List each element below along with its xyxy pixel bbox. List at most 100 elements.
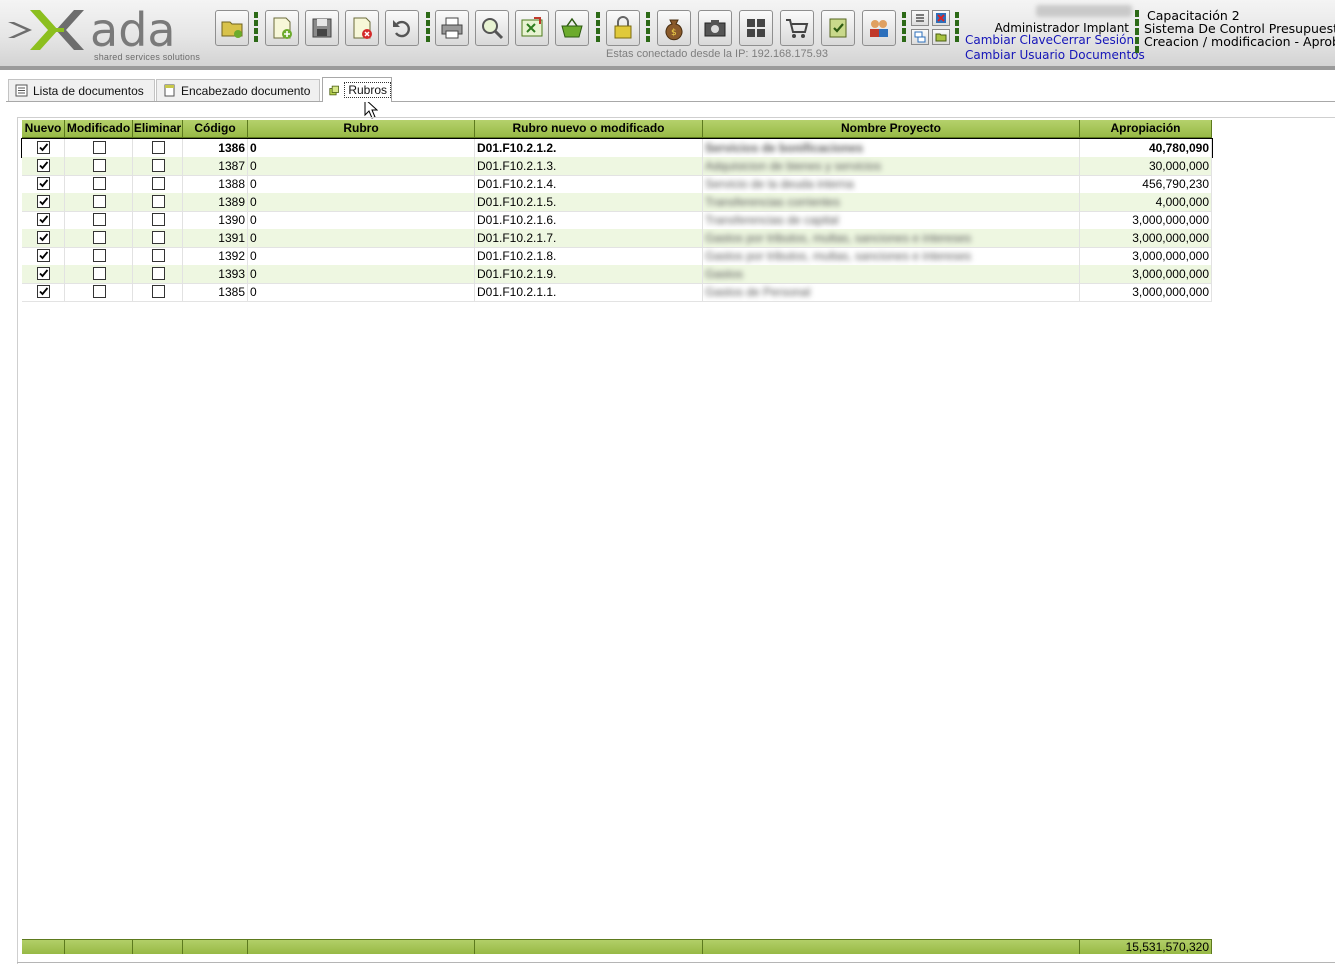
grid-cell[interactable]: 30,000,000 <box>1080 157 1212 175</box>
grid-cell[interactable]: D01.F10.2.1.2. <box>475 139 703 157</box>
eliminar-checkbox[interactable] <box>152 141 165 154</box>
grid-cell[interactable]: Gastos por tributos, multas, sanciones e… <box>703 229 1080 247</box>
lock-button[interactable] <box>606 10 640 46</box>
grid-cell[interactable]: Gastos por tributos, multas, sanciones e… <box>703 247 1080 265</box>
grid-cell[interactable]: 1391 <box>183 229 248 247</box>
modificado-checkbox[interactable] <box>93 195 106 208</box>
list-view-button[interactable] <box>911 10 929 26</box>
eliminar-checkbox[interactable] <box>152 285 165 298</box>
cart-button[interactable] <box>780 10 814 46</box>
search-button[interactable] <box>475 10 509 46</box>
nuevo-checkbox[interactable] <box>37 159 50 172</box>
column-header-rubro[interactable]: Rubro <box>248 120 475 138</box>
eliminar-checkbox[interactable] <box>152 249 165 262</box>
grid-cell[interactable]: 1393 <box>183 265 248 283</box>
folder-button[interactable] <box>932 29 950 45</box>
grid-cell[interactable]: D01.F10.2.1.8. <box>475 247 703 265</box>
close-window-button[interactable] <box>932 10 950 26</box>
grid-cell[interactable]: Servicios de bonificaciones <box>703 139 1080 157</box>
grid-cell[interactable]: Gastos <box>703 265 1080 283</box>
column-header-apropiacion[interactable]: Apropiación <box>1080 120 1212 138</box>
table-row[interactable]: 1387 0 D01.F10.2.1.3. Adquisicion de bienes… <box>22 157 1212 175</box>
grid-cell[interactable]: 3,000,000,000 <box>1080 211 1212 229</box>
documents-link[interactable]: Documentos <box>1069 48 1145 62</box>
grid-cell[interactable]: 0 <box>248 193 475 211</box>
grid-cell[interactable]: D01.F10.2.1.6. <box>475 211 703 229</box>
grid-cell[interactable]: 456,790,230 <box>1080 175 1212 193</box>
grid-cell[interactable]: D01.F10.2.1.9. <box>475 265 703 283</box>
grid-cell[interactable]: 0 <box>248 157 475 175</box>
modificado-checkbox[interactable] <box>93 177 106 190</box>
grid-cell[interactable]: 0 <box>248 265 475 283</box>
save-button[interactable] <box>305 10 339 46</box>
grid-cell[interactable]: Transferencias corrientes <box>703 193 1080 211</box>
column-header-eliminar[interactable]: Eliminar <box>133 120 183 138</box>
column-header-nombre-proyecto[interactable]: Nombre Proyecto <box>703 120 1080 138</box>
grid-cell[interactable]: 0 <box>248 175 475 193</box>
delete-button[interactable] <box>345 10 379 46</box>
grid-cell[interactable]: D01.F10.2.1.5. <box>475 193 703 211</box>
grid-cell[interactable]: 1389 <box>183 193 248 211</box>
eliminar-checkbox[interactable] <box>152 159 165 172</box>
grid-button[interactable] <box>739 10 773 46</box>
nuevo-checkbox[interactable] <box>37 285 50 298</box>
modificado-checkbox[interactable] <box>93 159 106 172</box>
eliminar-checkbox[interactable] <box>152 213 165 226</box>
tab-rubros[interactable]: Rubros <box>322 77 392 102</box>
change-user-link[interactable]: Cambiar Usuario <box>965 48 1065 62</box>
grid-cell[interactable]: 3,000,000,000 <box>1080 247 1212 265</box>
modificado-checkbox[interactable] <box>93 267 106 280</box>
cascade-windows-button[interactable] <box>911 29 929 45</box>
table-row[interactable]: 1391 0 D01.F10.2.1.7. Gastos por tributos, … <box>22 229 1212 247</box>
tab-encabezado-documento[interactable]: Encabezado documento <box>156 79 320 101</box>
nuevo-checkbox[interactable] <box>37 213 50 226</box>
users-button[interactable] <box>862 10 896 46</box>
new-document-button[interactable] <box>265 10 299 46</box>
grid-cell[interactable]: D01.F10.2.1.4. <box>475 175 703 193</box>
approve-button[interactable] <box>821 10 855 46</box>
grid-cell[interactable]: 1388 <box>183 175 248 193</box>
nuevo-checkbox[interactable] <box>37 141 50 154</box>
grid-cell[interactable]: 40,780,090 <box>1080 139 1212 157</box>
table-row[interactable]: 1393 0 D01.F10.2.1.9. Gastos 3,000,000,000 <box>22 265 1212 283</box>
nuevo-checkbox[interactable] <box>37 177 50 190</box>
print-button[interactable] <box>435 10 469 46</box>
grid-cell[interactable]: Servicio de la deuda interna <box>703 175 1080 193</box>
grid-cell[interactable]: D01.F10.2.1.7. <box>475 229 703 247</box>
table-row[interactable]: 1390 0 D01.F10.2.1.6. Transferencias de cap… <box>22 211 1212 229</box>
basket-button[interactable] <box>555 10 589 46</box>
eliminar-checkbox[interactable] <box>152 267 165 280</box>
grid-cell[interactable]: Gastos de Personal <box>703 283 1080 301</box>
eliminar-checkbox[interactable] <box>152 177 165 190</box>
table-row[interactable]: 1389 0 D01.F10.2.1.5. Transferencias corrie… <box>22 193 1212 211</box>
modificado-checkbox[interactable] <box>93 285 106 298</box>
grid-cell[interactable]: 1386 <box>183 139 248 157</box>
grid-cell[interactable]: D01.F10.2.1.1. <box>475 283 703 301</box>
grid-cell[interactable]: 3,000,000,000 <box>1080 229 1212 247</box>
nuevo-checkbox[interactable] <box>37 267 50 280</box>
grid-cell[interactable]: 0 <box>248 211 475 229</box>
table-row[interactable]: 1386 0 D01.F10.2.1.2. Servicios de bonifica… <box>21 138 1213 158</box>
tab-lista-documentos[interactable]: Lista de documentos <box>8 79 155 101</box>
column-header-rubro-nuevo[interactable]: Rubro nuevo o modificado <box>475 120 703 138</box>
grid-cell[interactable]: 1390 <box>183 211 248 229</box>
grid-cell[interactable]: Transferencias de capital <box>703 211 1080 229</box>
grid-cell[interactable]: 0 <box>248 229 475 247</box>
undo-button[interactable] <box>385 10 419 46</box>
money-bag-button[interactable]: $ <box>657 10 691 46</box>
nuevo-checkbox[interactable] <box>37 231 50 244</box>
grid-cell[interactable]: 0 <box>248 283 475 301</box>
table-row[interactable]: 1392 0 D01.F10.2.1.8. Gastos por tributos, … <box>22 247 1212 265</box>
modificado-checkbox[interactable] <box>93 249 106 262</box>
table-row[interactable]: 1385 0 D01.F10.2.1.1. Gastos de Personal 3,0… <box>22 283 1212 301</box>
column-header-nuevo[interactable]: Nuevo <box>22 120 65 138</box>
camera-button[interactable] <box>698 10 732 46</box>
grid-cell[interactable]: 1392 <box>183 247 248 265</box>
column-header-modificado[interactable]: Modificado <box>65 120 133 138</box>
column-header-codigo[interactable]: Código <box>183 120 248 138</box>
grid-cell[interactable]: Adquisicion de bienes y servicios <box>703 157 1080 175</box>
modificado-checkbox[interactable] <box>93 141 106 154</box>
grid-cell[interactable]: 0 <box>248 247 475 265</box>
grid-cell[interactable]: 0 <box>248 139 475 157</box>
export-excel-button[interactable] <box>515 10 549 46</box>
